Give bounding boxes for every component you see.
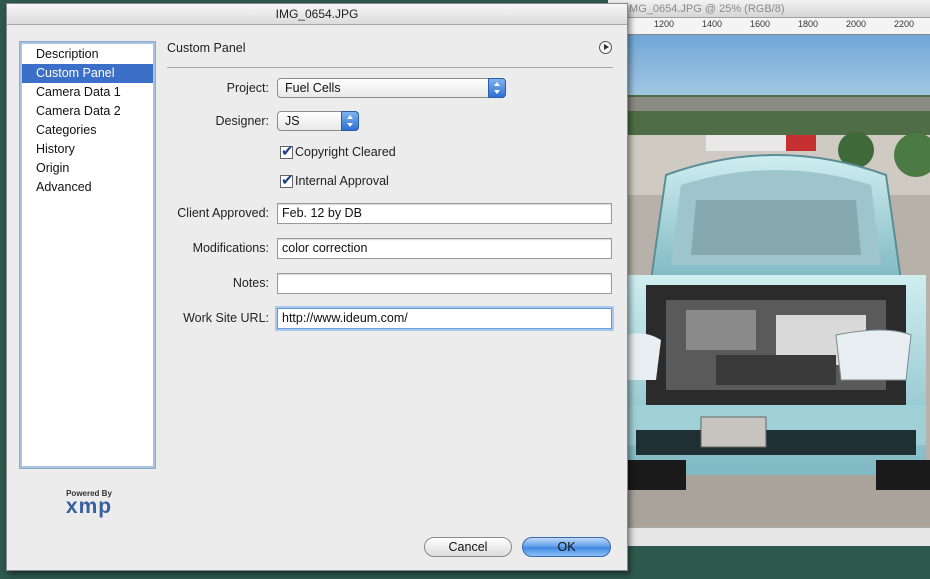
dialog-title: IMG_0654.JPG (7, 4, 627, 25)
category-item-camera-data-1[interactable]: Camera Data 1 (20, 83, 155, 102)
project-value: Fuel Cells (285, 81, 341, 95)
ok-button[interactable]: OK (522, 537, 611, 557)
category-list[interactable]: Description Custom Panel Camera Data 1 C… (19, 41, 156, 469)
category-item-custom-panel[interactable]: Custom Panel (22, 64, 153, 83)
ruler-tick-label: 2200 (894, 19, 915, 29)
work-site-url-field[interactable]: http://www.ideum.com/ (277, 308, 612, 329)
internal-approval-label: Internal Approval (295, 174, 389, 188)
popup-arrows-icon (341, 111, 359, 131)
horizontal-ruler: 1200 1400 1600 1800 2000 2200 (626, 18, 930, 35)
modifications-field[interactable]: color correction (277, 238, 612, 259)
document-canvas-margin (608, 527, 930, 546)
designer-value: JS (285, 114, 300, 128)
client-approved-field[interactable]: Feb. 12 by DB (277, 203, 612, 224)
project-label: Project: (226, 81, 269, 95)
project-popup[interactable]: Fuel Cells (277, 78, 506, 98)
ruler-tick-label: 1200 (654, 19, 675, 29)
xmp-logo-text: xmp (65, 495, 113, 518)
cancel-button[interactable]: Cancel (424, 537, 512, 557)
designer-label: Designer: (215, 114, 270, 128)
category-item-advanced[interactable]: Advanced (20, 178, 155, 197)
panel-title: Custom Panel (167, 41, 246, 55)
ruler-tick-label: 2000 (846, 19, 867, 29)
popup-arrows-icon (488, 78, 506, 98)
notes-label: Notes: (232, 276, 269, 290)
photoshop-document-window: IMG_0654.JPG @ 25% (RGB/8) 1200 1400 160… (608, 0, 930, 545)
document-title: IMG_0654.JPG @ 25% (RGB/8) (608, 0, 930, 18)
notes-field[interactable] (277, 273, 612, 294)
panel-divider (167, 67, 613, 68)
client-approved-label: Client Approved: (177, 206, 269, 220)
work-site-url-label: Work Site URL: (183, 311, 269, 325)
ruler-tick-label: 1400 (702, 19, 723, 29)
car-photo (626, 35, 930, 527)
xmp-logo: Powered By xmp (49, 489, 129, 518)
copyright-cleared-label: Copyright Cleared (295, 145, 396, 159)
copyright-cleared-checkbox[interactable] (280, 142, 294, 160)
category-item-history[interactable]: History (20, 140, 155, 159)
ruler-tick-label: 1600 (750, 19, 771, 29)
designer-popup[interactable]: JS (277, 111, 359, 131)
category-item-origin[interactable]: Origin (20, 159, 155, 178)
modifications-label: Modifications: (192, 241, 269, 255)
category-item-camera-data-2[interactable]: Camera Data 2 (20, 102, 155, 121)
ruler-tick-label: 1800 (798, 19, 819, 29)
file-info-dialog: IMG_0654.JPG Description Custom Panel Ca… (6, 3, 628, 571)
internal-approval-checkbox[interactable] (280, 171, 294, 189)
category-item-description[interactable]: Description (20, 45, 155, 64)
category-item-categories[interactable]: Categories (20, 121, 155, 140)
panel-menu-icon[interactable] (599, 41, 612, 54)
